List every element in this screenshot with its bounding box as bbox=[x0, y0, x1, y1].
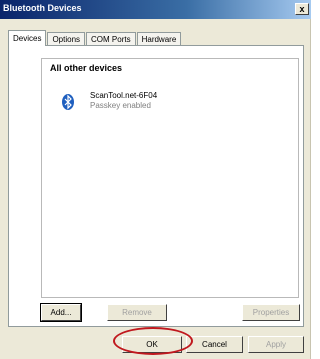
bluetooth-icon bbox=[62, 94, 74, 110]
device-group-header: All other devices bbox=[50, 63, 123, 73]
cancel-button[interactable]: Cancel bbox=[186, 336, 243, 353]
remove-button[interactable]: Remove bbox=[107, 304, 167, 321]
device-status: Passkey enabled bbox=[90, 101, 151, 110]
tab-devices[interactable]: Devices bbox=[8, 30, 47, 46]
add-button[interactable]: Add... bbox=[40, 303, 82, 322]
tab-options[interactable]: Options bbox=[47, 32, 86, 46]
title-bar[interactable]: Bluetooth Devices x bbox=[0, 0, 311, 19]
tab-com-ports[interactable]: COM Ports bbox=[86, 32, 136, 46]
device-list[interactable]: All other devices ScanTool.net-6F04 Pass… bbox=[41, 58, 299, 298]
apply-button[interactable]: Apply bbox=[248, 336, 304, 353]
annotation-circle bbox=[113, 327, 193, 355]
tab-hardware[interactable]: Hardware bbox=[136, 32, 182, 46]
tab-strip: Devices Options COM Ports Hardware bbox=[8, 30, 182, 46]
window-title: Bluetooth Devices bbox=[3, 3, 82, 13]
close-button[interactable]: x bbox=[295, 3, 309, 15]
properties-button[interactable]: Properties bbox=[242, 304, 300, 321]
bluetooth-devices-dialog: Bluetooth Devices x Devices Options COM … bbox=[0, 0, 311, 359]
device-name: ScanTool.net-6F04 bbox=[90, 91, 158, 100]
